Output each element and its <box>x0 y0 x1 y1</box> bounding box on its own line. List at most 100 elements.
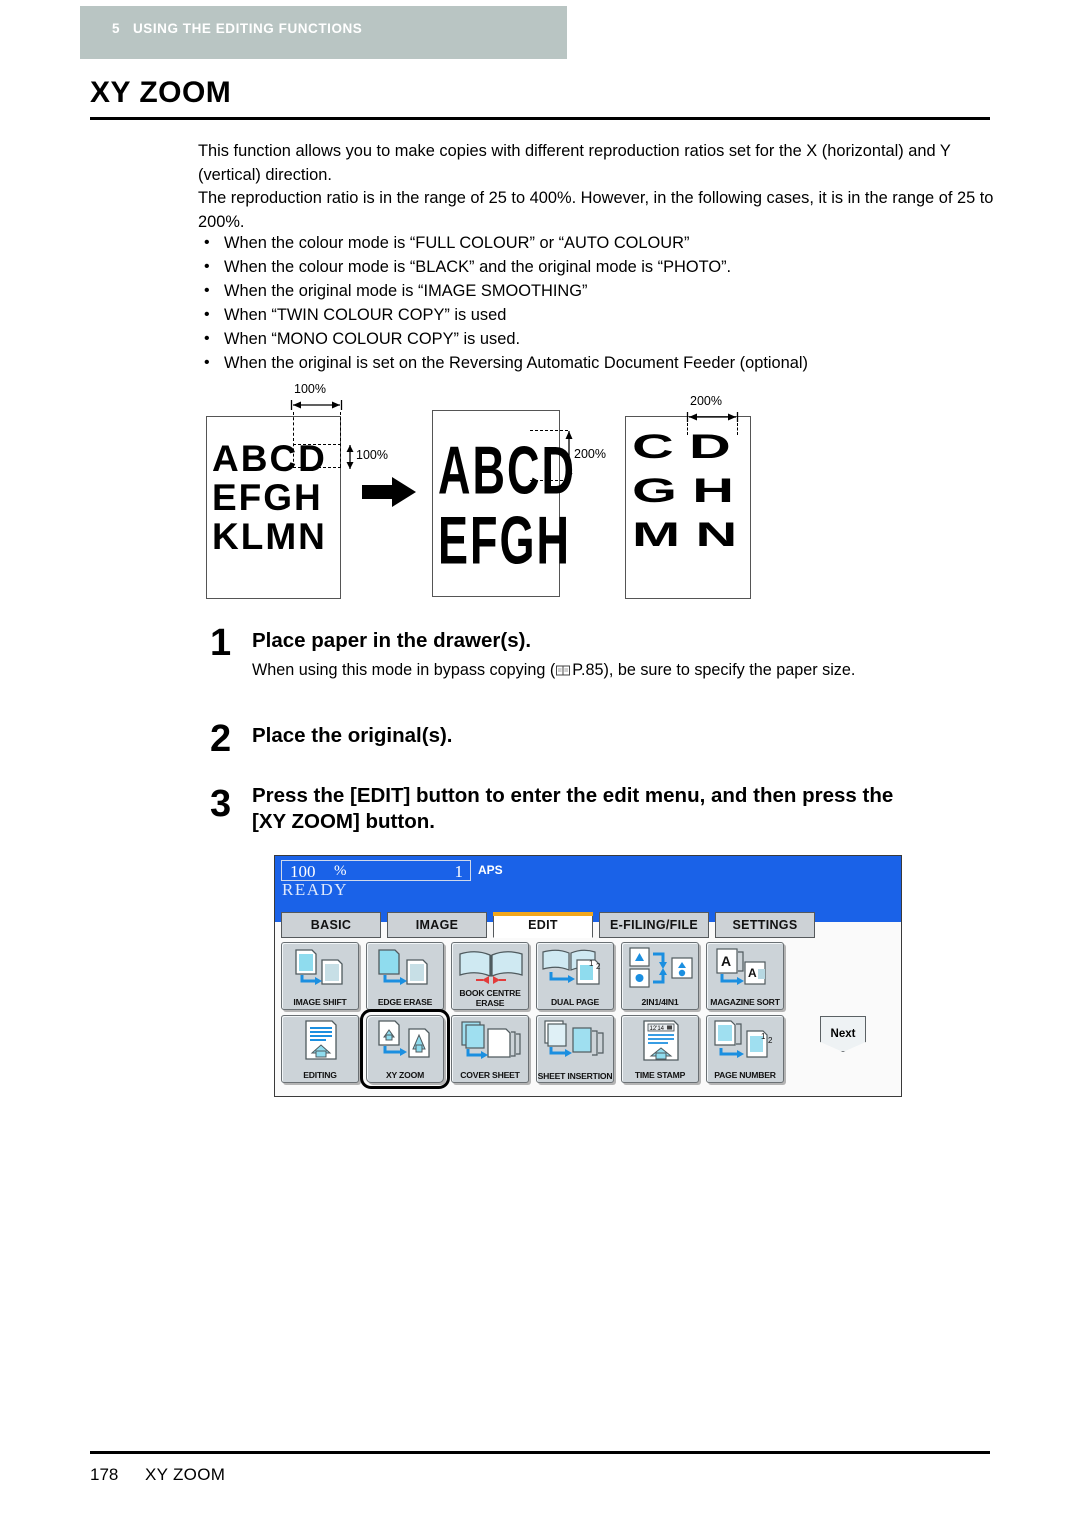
tab-e-filing-file[interactable]: E-FILING/FILE <box>599 912 709 938</box>
reproduction-ratio-unit: % <box>334 863 347 879</box>
original-width-guide-left <box>293 412 294 467</box>
condition-bullet-list: • When the colour mode is “FULL COLOUR” o… <box>198 231 998 375</box>
copier-touch-panel: 100 % 1 APS READY BASIC IMAGE EDIT E-FIL… <box>274 855 902 1097</box>
button-dual-page-label: DUAL PAGE <box>550 996 600 1007</box>
step-3-number: 3 <box>210 783 232 825</box>
button-sheet-insertion[interactable]: SHEET INSERTION <box>536 1015 614 1083</box>
button-2in1-4in1-label: 2IN1/4IN1 <box>641 996 679 1007</box>
next-button[interactable]: Next <box>820 1016 866 1052</box>
button-time-stamp-label: TIME STAMP <box>634 1069 686 1080</box>
list-item: • When the original is set on the Reversi… <box>198 351 998 375</box>
chapter-number: 5 <box>112 21 120 36</box>
step-1-body-after: ), be sure to specify the paper size. <box>603 661 856 679</box>
result-horizontal-label: 200% <box>690 394 722 408</box>
list-item: • When “MONO COLOUR COPY” is used. <box>198 327 998 351</box>
footer-page-number: 178 <box>90 1465 119 1484</box>
sheet-insertion-icon <box>544 1020 604 1057</box>
button-page-number[interactable]: 1 2 PAGE NUMBER <box>706 1015 784 1083</box>
button-magazine-sort[interactable]: A A MAGAZINE SORT <box>706 942 784 1010</box>
list-item-label: When the original mode is “IMAGE SMOOTHI… <box>224 282 588 300</box>
list-item-label: When “MONO COLOUR COPY” is used. <box>224 330 520 348</box>
function-button-row-1: IMAGE SHIFT EDGE ERASE BOOK CENTRE ERASE… <box>281 942 801 1010</box>
list-item: • When the colour mode is “FULL COLOUR” o… <box>198 231 998 255</box>
list-item-label: When the colour mode is “BLACK” and the … <box>224 258 732 276</box>
button-dual-page[interactable]: 1 2 DUAL PAGE <box>536 942 614 1010</box>
result-horizontal-guide-right <box>737 423 738 435</box>
bullet-marker-icon: • <box>204 258 210 275</box>
transform-arrow-icon <box>362 477 416 507</box>
svg-text:A: A <box>748 966 757 980</box>
panel-status-area: 100 % 1 APS READY BASIC IMAGE EDIT E-FIL… <box>275 856 901 938</box>
tab-image[interactable]: IMAGE <box>387 912 487 938</box>
step-3-heading-line-1: Press the [EDIT] button to enter the edi… <box>252 784 894 807</box>
svg-text:2: 2 <box>596 962 601 971</box>
edge-erase-icon <box>378 949 428 985</box>
step-2-heading: Place the original(s). <box>252 724 453 747</box>
status-text: READY <box>282 880 349 899</box>
page-number-icon: 1 2 <box>714 1020 773 1058</box>
button-cover-sheet-label: COVER SHEET <box>460 1069 520 1080</box>
title-rule <box>90 117 990 120</box>
2in1-4in1-icon <box>629 947 693 988</box>
bullet-marker-icon: • <box>204 282 210 299</box>
tab-settings[interactable]: SETTINGS <box>715 912 815 938</box>
result-vertical-line-2: EFGH <box>438 502 572 579</box>
svg-text:2: 2 <box>768 1036 773 1045</box>
tab-edit[interactable]: EDIT <box>492 911 594 938</box>
original-sheet-line-3: KLMN <box>212 516 327 557</box>
time-stamp-icon: 12'14 <box>643 1020 679 1061</box>
copy-count-value: 1 <box>454 862 464 881</box>
original-sheet-line-2: EFGH <box>212 477 323 518</box>
button-image-shift[interactable]: IMAGE SHIFT <box>281 942 359 1010</box>
xy-zoom-illustration: ABCD EFGH KLMN 100% 100% ABCD EFGH 200% … <box>190 380 810 612</box>
editing-icon <box>305 1020 337 1060</box>
reproduction-ratio-value: 100 <box>290 862 316 881</box>
edit-function-grid: IMAGE SHIFT EDGE ERASE BOOK CENTRE ERASE… <box>281 942 801 1089</box>
intro-paragraph-1: This function allows you to make copies … <box>198 142 951 184</box>
step-2-number: 2 <box>210 718 232 760</box>
bullet-marker-icon: • <box>204 306 210 323</box>
button-edge-erase-label: EDGE ERASE <box>377 996 433 1007</box>
image-shift-icon <box>295 949 343 985</box>
original-height-guide-top <box>293 444 341 445</box>
xy-zoom-icon <box>378 1020 430 1058</box>
result-vertical-label: 200% <box>574 447 606 461</box>
original-height-dimension-arrow <box>346 445 354 469</box>
tab-basic[interactable]: BASIC <box>281 912 381 938</box>
button-book-centre-erase-label: BOOK CENTRE ERASE <box>459 988 521 1008</box>
reproduction-ratio-box[interactable]: 100 % 1 <box>281 860 471 881</box>
button-2in1-4in1[interactable]: 2IN1/4IN1 <box>621 942 699 1010</box>
svg-text:1: 1 <box>761 1032 766 1041</box>
footer-rule <box>90 1451 990 1454</box>
button-cover-sheet[interactable]: COVER SHEET <box>451 1015 529 1083</box>
footer-section-title: XY ZOOM <box>145 1465 226 1484</box>
result-horizontal-guide-left <box>687 423 688 435</box>
manual-reference-book-icon <box>556 665 571 676</box>
result-horizontal-line-1: CD <box>632 428 747 466</box>
button-magazine-sort-label: MAGAZINE SORT <box>710 996 780 1007</box>
list-item: • When “TWIN COLOUR COPY” is used <box>198 303 998 327</box>
original-width-dimension-arrow <box>290 400 343 410</box>
button-edge-erase[interactable]: EDGE ERASE <box>366 942 444 1010</box>
chapter-header-band: 5 USING THE EDITING FUNCTIONS <box>80 6 567 59</box>
button-time-stamp[interactable]: 12'14 TIME STAMP <box>621 1015 699 1083</box>
page-title: XY ZOOM <box>90 76 232 109</box>
button-editing[interactable]: EDITING <box>281 1015 359 1083</box>
svg-text:A: A <box>721 953 731 969</box>
button-xy-zoom[interactable]: XY ZOOM <box>360 1009 450 1089</box>
button-page-number-label: PAGE NUMBER <box>714 1069 776 1080</box>
list-item-label: When the original is set on the Reversin… <box>224 354 808 372</box>
panel-tab-bar: BASIC IMAGE EDIT E-FILING/FILE SETTINGS <box>281 911 815 938</box>
function-button-row-2: EDITING XY ZOOM COVER SHEET SHEET INSERT… <box>281 1009 801 1089</box>
step-1-body-before: When using this mode in bypass copying ( <box>252 661 556 679</box>
svg-text:12'14: 12'14 <box>650 1026 665 1032</box>
button-book-centre-erase[interactable]: BOOK CENTRE ERASE <box>451 942 529 1010</box>
paper-mode-label: APS <box>478 863 503 877</box>
cover-sheet-icon <box>461 1021 521 1059</box>
bullet-marker-icon: • <box>204 354 210 371</box>
list-item: • When the original mode is “IMAGE SMOOTH… <box>198 279 998 303</box>
list-item-label: When the colour mode is “FULL COLOUR” or… <box>224 234 690 252</box>
original-width-guide-right <box>340 412 341 467</box>
button-sheet-insertion-label: SHEET INSERTION <box>537 1070 613 1081</box>
original-height-label: 100% <box>356 448 388 462</box>
